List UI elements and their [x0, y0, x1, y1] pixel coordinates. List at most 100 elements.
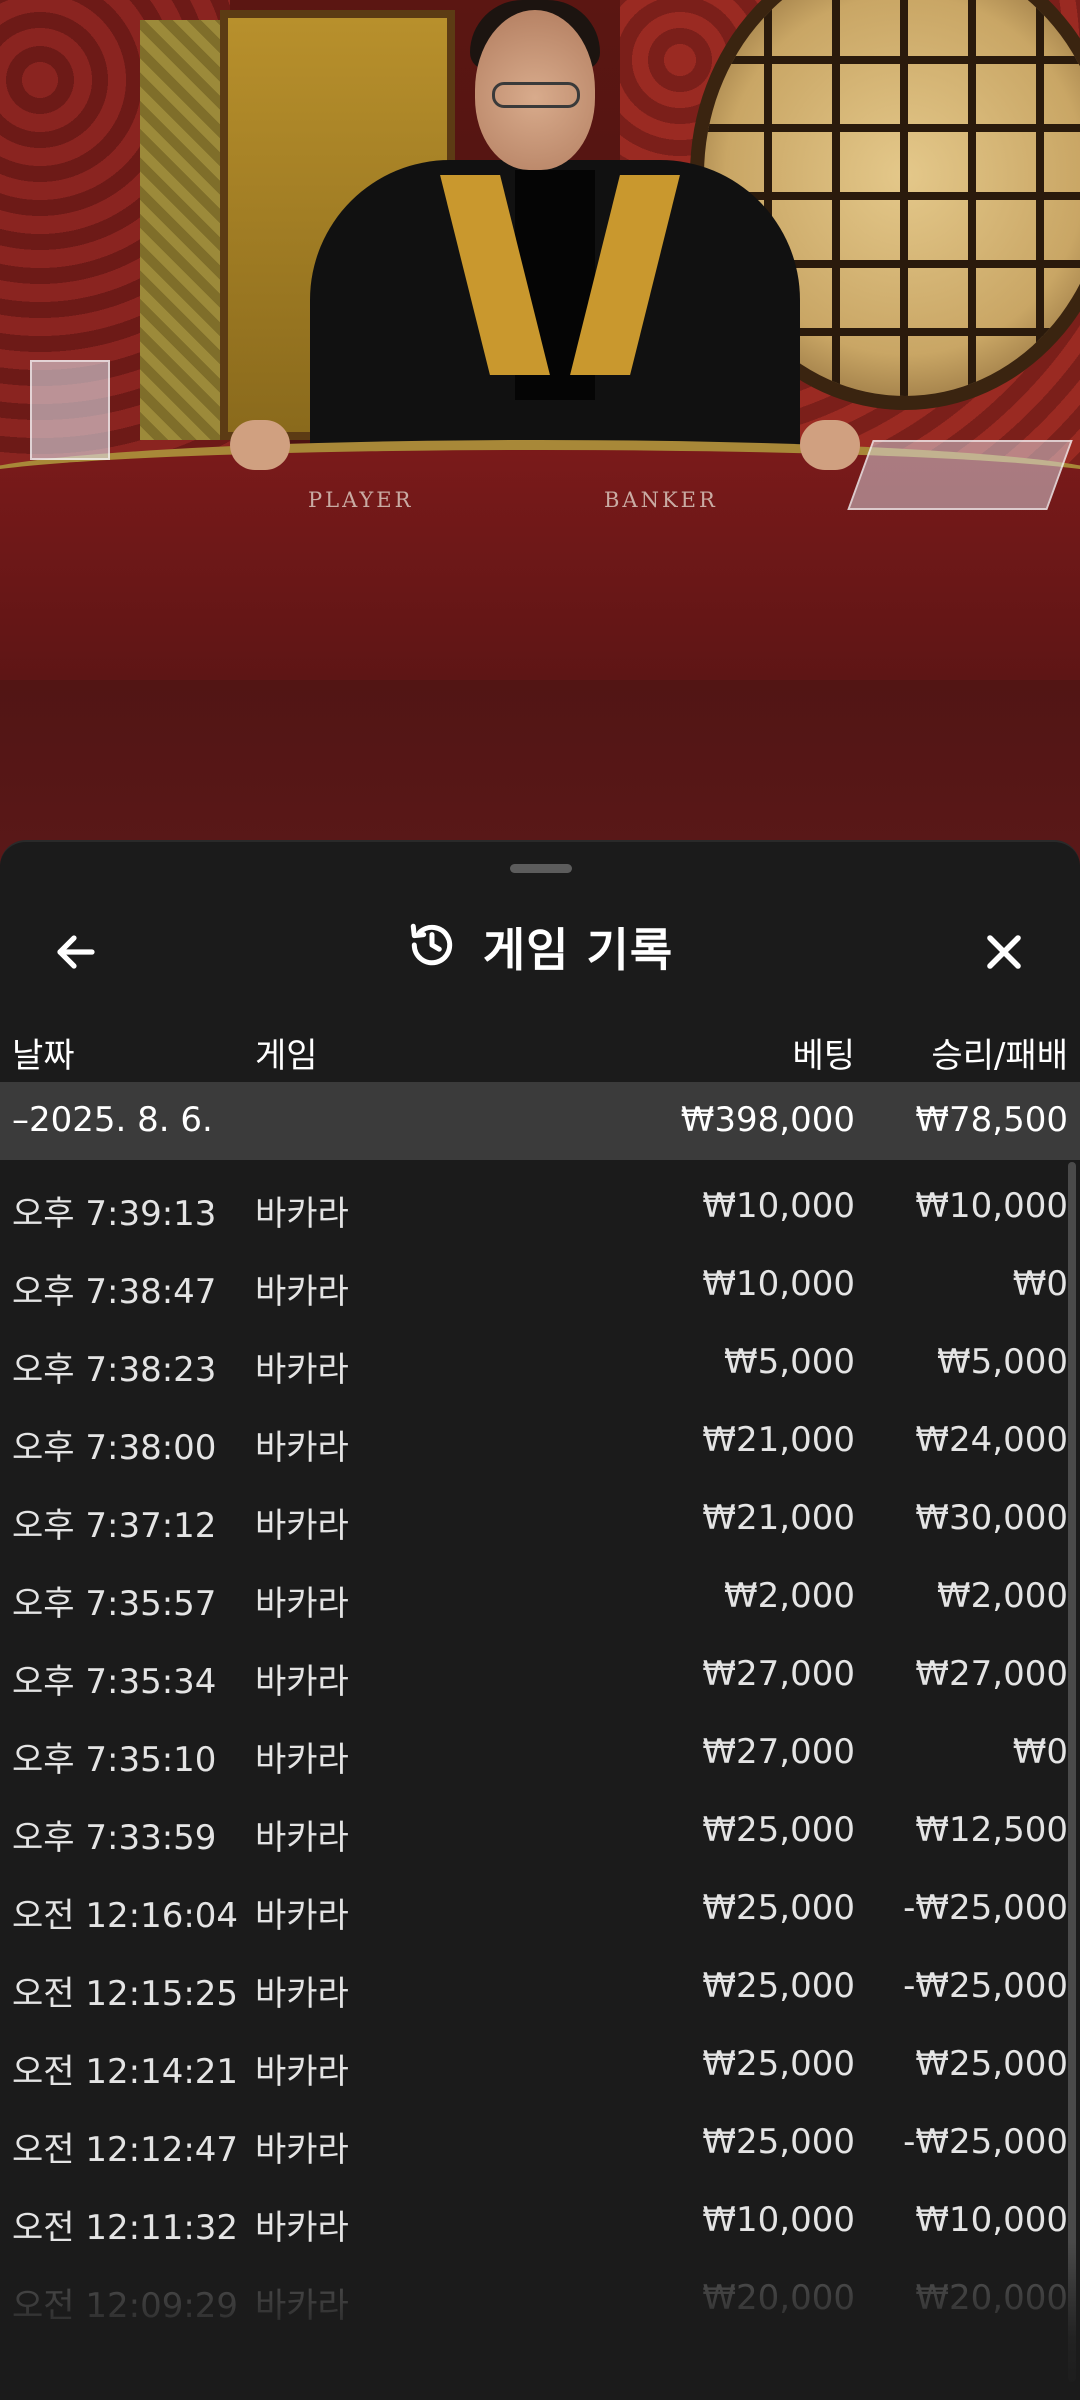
row-winloss: -₩25,000 [903, 1888, 1068, 1928]
row-winloss: ₩2,000 [937, 1576, 1068, 1616]
row-bet: ₩25,000 [702, 2044, 855, 2084]
table-row[interactable]: 오전 12:09:29 바카라 ₩20,000 ₩20,000 [0, 2258, 1080, 2336]
row-winloss: ₩5,000 [937, 1342, 1068, 1382]
row-time: 오후 7:39:13 [12, 1194, 217, 1234]
row-time: 오후 7:35:34 [12, 1662, 217, 1702]
row-winloss: -₩25,000 [903, 1966, 1068, 2006]
row-game: 바카라 [255, 1818, 349, 1858]
dealer-hand-left [230, 420, 290, 470]
row-time: 오후 7:35:10 [12, 1740, 217, 1780]
summary-date: –2025. 8. 6. [12, 1100, 213, 1140]
column-header-bet: 베팅 [792, 1036, 855, 1076]
row-game: 바카라 [255, 1194, 349, 1234]
table-label-banker: BANKER [604, 488, 718, 512]
row-winloss: ₩10,000 [915, 1186, 1068, 1226]
card-shoe-left [30, 360, 110, 460]
column-header-game: 게임 [255, 1036, 318, 1076]
game-history-sheet: 게임 기록 날짜 게임 베팅 승리/패배 –2025. 8. 6. ₩398,0… [0, 840, 1080, 2400]
row-game: 바카라 [255, 2286, 349, 2326]
table-row[interactable]: 오전 12:12:47 바카라 ₩25,000 -₩25,000 [0, 2102, 1080, 2180]
row-game: 바카라 [255, 2052, 349, 2092]
row-game: 바카라 [255, 1428, 349, 1468]
page-title: 게임 기록 [482, 923, 674, 977]
arrow-left-icon [57, 935, 95, 969]
row-time: 오전 12:09:29 [12, 2286, 239, 2326]
row-bet: ₩25,000 [702, 1888, 855, 1928]
row-game: 바카라 [255, 2130, 349, 2170]
table-row[interactable]: 오후 7:38:23 바카라 ₩5,000 ₩5,000 [0, 1322, 1080, 1400]
row-time: 오전 12:11:32 [12, 2208, 239, 2248]
table-row[interactable]: 오후 7:35:10 바카라 ₩27,000 ₩0 [0, 1712, 1080, 1790]
scrollbar[interactable] [1068, 1162, 1076, 2382]
table-row[interactable]: 오후 7:39:13 바카라 ₩10,000 ₩10,000 [0, 1166, 1080, 1244]
row-game: 바카라 [255, 1662, 349, 1702]
live-dealer-video: PLAYER BANKER [0, 0, 1080, 860]
row-time: 오후 7:33:59 [12, 1818, 217, 1858]
close-button[interactable] [966, 914, 1042, 990]
row-bet: ₩10,000 [702, 1186, 855, 1226]
dealer [270, 0, 840, 500]
row-winloss: ₩30,000 [915, 1498, 1068, 1538]
row-time: 오후 7:38:47 [12, 1272, 217, 1312]
table-row[interactable]: 오전 12:14:21 바카라 ₩25,000 ₩25,000 [0, 2024, 1080, 2102]
row-bet: ₩5,000 [724, 1342, 855, 1382]
row-game: 바카라 [255, 1350, 349, 1390]
row-bet: ₩20,000 [702, 2278, 855, 2318]
back-button[interactable] [38, 914, 114, 990]
row-bet: ₩21,000 [702, 1498, 855, 1538]
row-winloss: ₩0 [1012, 1732, 1068, 1772]
row-time: 오후 7:35:57 [12, 1584, 217, 1624]
table-row[interactable]: 오후 7:35:57 바카라 ₩2,000 ₩2,000 [0, 1556, 1080, 1634]
row-winloss: ₩27,000 [915, 1654, 1068, 1694]
row-time: 오전 12:14:21 [12, 2052, 239, 2092]
row-time: 오전 12:12:47 [12, 2130, 239, 2170]
sheet-header: 게임 기록 [0, 892, 1080, 1002]
summary-winloss: ₩78,500 [915, 1100, 1068, 1140]
row-time: 오후 7:38:00 [12, 1428, 217, 1468]
row-bet: ₩21,000 [702, 1420, 855, 1460]
row-game: 바카라 [255, 1974, 349, 2014]
row-winloss: ₩24,000 [915, 1420, 1068, 1460]
table-row[interactable]: 오전 12:11:32 바카라 ₩10,000 ₩10,000 [0, 2180, 1080, 2258]
row-bet: ₩2,000 [724, 1576, 855, 1616]
row-bet: ₩25,000 [702, 1966, 855, 2006]
row-game: 바카라 [255, 2208, 349, 2248]
row-bet: ₩25,000 [702, 1810, 855, 1850]
table-label-player: PLAYER [308, 488, 414, 512]
row-bet: ₩27,000 [702, 1654, 855, 1694]
history-icon [407, 920, 457, 974]
row-winloss: ₩25,000 [915, 2044, 1068, 2084]
row-winloss: ₩20,000 [915, 2278, 1068, 2318]
table-row[interactable]: 오전 12:15:25 바카라 ₩25,000 -₩25,000 [0, 1946, 1080, 2024]
table-header: 날짜 게임 베팅 승리/패배 [0, 1014, 1080, 1086]
row-time: 오후 7:38:23 [12, 1350, 217, 1390]
decorative-panel [140, 20, 230, 440]
row-winloss: ₩10,000 [915, 2200, 1068, 2240]
row-time: 오전 12:16:04 [12, 1896, 239, 1936]
row-time: 오후 7:37:12 [12, 1506, 217, 1546]
row-game: 바카라 [255, 1896, 349, 1936]
dealer-hand-right [800, 420, 860, 470]
table-row[interactable]: 오후 7:37:12 바카라 ₩21,000 ₩30,000 [0, 1478, 1080, 1556]
close-icon [987, 935, 1021, 969]
row-game: 바카라 [255, 1740, 349, 1780]
row-winloss: ₩12,500 [915, 1810, 1068, 1850]
table-row[interactable]: 오후 7:38:00 바카라 ₩21,000 ₩24,000 [0, 1400, 1080, 1478]
table-row[interactable]: 오후 7:35:34 바카라 ₩27,000 ₩27,000 [0, 1634, 1080, 1712]
column-header-date: 날짜 [12, 1036, 75, 1076]
row-bet: ₩25,000 [702, 2122, 855, 2162]
row-game: 바카라 [255, 1584, 349, 1624]
table-row[interactable]: 오후 7:38:47 바카라 ₩10,000 ₩0 [0, 1244, 1080, 1322]
table-row[interactable]: 오전 12:16:04 바카라 ₩25,000 -₩25,000 [0, 1868, 1080, 1946]
row-bet: ₩10,000 [702, 1264, 855, 1304]
table-row[interactable]: 오후 7:33:59 바카라 ₩25,000 ₩12,500 [0, 1790, 1080, 1868]
row-winloss: -₩25,000 [903, 2122, 1068, 2162]
date-summary-row[interactable]: –2025. 8. 6. ₩398,000 ₩78,500 [0, 1082, 1080, 1160]
row-game: 바카라 [255, 1272, 349, 1312]
sheet-drag-handle[interactable] [510, 864, 572, 873]
row-game: 바카라 [255, 1506, 349, 1546]
row-bet: ₩27,000 [702, 1732, 855, 1772]
row-winloss: ₩0 [1012, 1264, 1068, 1304]
row-time: 오전 12:15:25 [12, 1974, 239, 2014]
row-bet: ₩10,000 [702, 2200, 855, 2240]
